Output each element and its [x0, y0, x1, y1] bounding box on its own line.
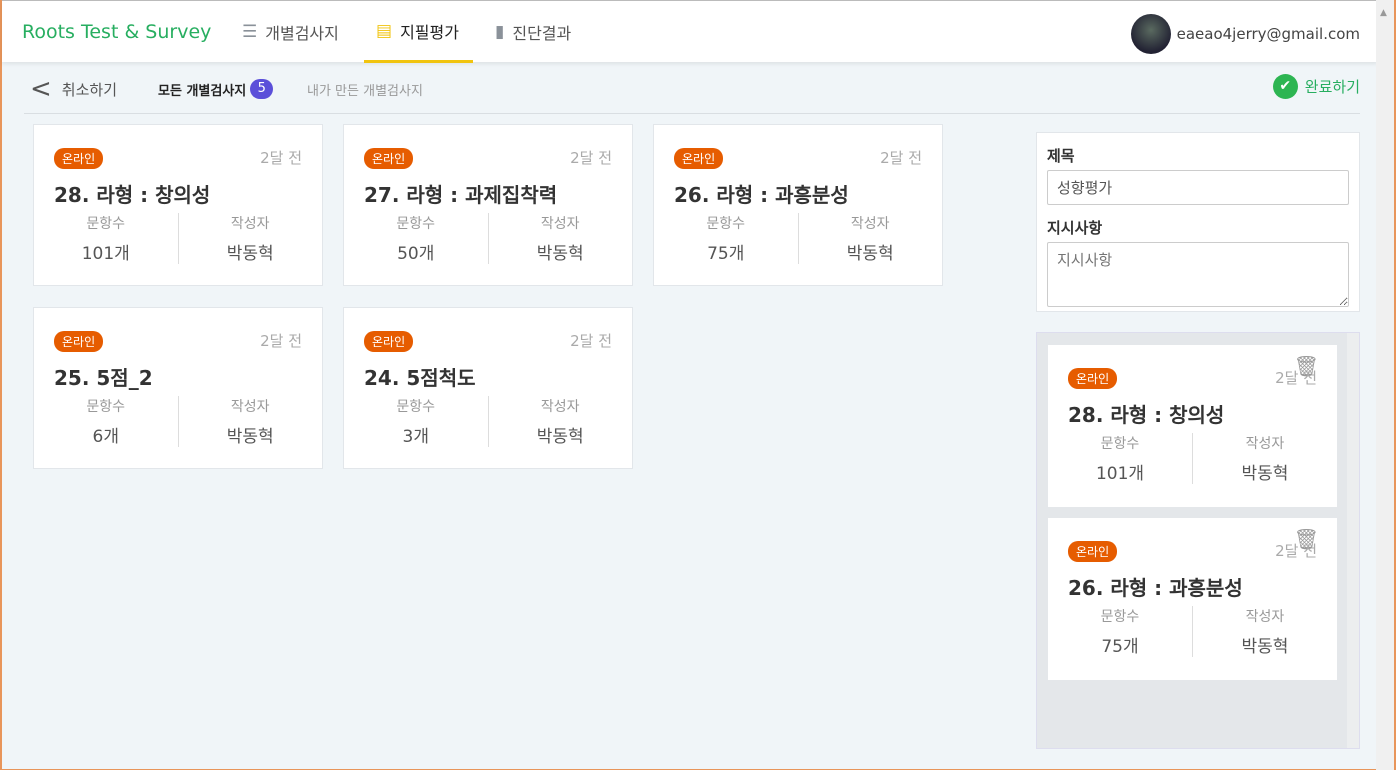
online-badge: 온라인 [364, 331, 414, 352]
divider [24, 113, 1360, 114]
time-ago: 2달 전 [260, 149, 302, 167]
time-ago: 2달 전 [1275, 369, 1317, 387]
card-title: 26. 라형 : 과흥분성 [674, 183, 849, 207]
nav-individual-tests[interactable]: ☰ 개별검사지 [230, 1, 351, 63]
bar-chart-icon: ▮ [495, 22, 505, 42]
items-label: 문항수 [86, 216, 126, 232]
items-count: 101개 [1095, 464, 1145, 484]
card-title: 25. 5점_2 [54, 366, 153, 390]
items-label: 문항수 [1100, 609, 1140, 625]
card-title: 28. 라형 : 창의성 [54, 183, 211, 207]
title-input[interactable] [1047, 170, 1349, 205]
items-label: 문항수 [706, 216, 746, 232]
author-label: 작성자 [1245, 609, 1285, 625]
online-badge: 온라인 [1068, 368, 1118, 389]
test-form: 제목 지시사항 [1036, 132, 1360, 312]
complete-label: 완료하기 [1304, 78, 1360, 96]
nav-label: 지필평가 [400, 22, 459, 42]
items-count: 50개 [397, 244, 435, 264]
online-badge: 온라인 [54, 331, 104, 352]
author-name: 박동혁 [1241, 637, 1289, 657]
cancel-label: 취소하기 [61, 80, 117, 99]
card-title: 24. 5점척도 [364, 366, 476, 390]
online-badge: 온라인 [1068, 541, 1118, 562]
selected-tests-list: 🗑 온라인 2달 전 28. 라형 : 창의성 문항수 101개 작성자 박동혁 🗑… [1036, 332, 1360, 749]
test-card[interactable]: 🗑 온라인 2달 전 28. 라형 : 창의성 문항수 101개 작성자 박동혁 [1048, 345, 1337, 507]
time-ago: 2달 전 [570, 149, 612, 167]
card-title: 27. 라형 : 과제집착력 [364, 183, 558, 207]
items-label: 문항수 [86, 399, 126, 415]
author-name: 박동혁 [1241, 464, 1289, 484]
list-icon: ☰ [242, 22, 258, 42]
online-badge: 온라인 [54, 148, 104, 169]
chevron-left-icon: < [30, 74, 52, 104]
app-header: Roots Test & Survey ☰ 개별검사지 ▤ 지필평가 ▮ 진단결과 e… [2, 0, 1378, 63]
test-card[interactable]: 🗑 온라인 2달 전 26. 라형 : 과흥분성 문항수 75개 작성자 박동혁 [1048, 518, 1337, 680]
online-badge: 온라인 [674, 148, 724, 169]
window-scrollbar[interactable]: ▲ [1376, 0, 1394, 770]
author-name: 박동혁 [536, 427, 584, 447]
test-card[interactable]: 온라인 2달 전 27. 라형 : 과제집착력 문항수 50개 작성자박동혁 [343, 124, 633, 286]
time-ago: 2달 전 [880, 149, 922, 167]
complete-button[interactable]: ✔ 완료하기 [1272, 74, 1360, 99]
author-label: 작성자 [540, 216, 580, 232]
time-ago: 2달 전 [260, 332, 302, 350]
tab-label: 모든 개별검사지 [158, 83, 247, 99]
scroll-up-icon: ▲ [1380, 8, 1387, 18]
test-card[interactable]: 온라인 2달 전 28. 라형 : 창의성 문항수 101개 작성자박동혁 [33, 124, 323, 286]
time-ago: 2달 전 [570, 332, 612, 350]
items-count: 75개 [707, 244, 745, 264]
author-name: 박동혁 [226, 427, 274, 447]
items-count: 101개 [81, 244, 130, 264]
list-scrollbar[interactable] [1347, 333, 1359, 748]
sub-toolbar: < 취소하기 모든 개별검사지 5 내가 만든 개별검사지 ✔ 완료하기 [2, 62, 1378, 114]
cancel-button[interactable]: < 취소하기 [30, 74, 117, 104]
author-label: 작성자 [850, 216, 890, 232]
items-label: 문항수 [1100, 436, 1140, 452]
author-label: 작성자 [230, 216, 270, 232]
nav-results[interactable]: ▮ 진단결과 [483, 1, 583, 63]
online-badge: 온라인 [364, 148, 414, 169]
test-card[interactable]: 온라인 2달 전 25. 5점_2 문항수 6개 작성자박동혁 [33, 307, 323, 469]
author-label: 작성자 [540, 399, 580, 415]
instructions-textarea[interactable] [1047, 242, 1349, 307]
items-count: 3개 [402, 427, 429, 447]
author-name: 박동혁 [226, 244, 274, 264]
test-card[interactable]: 온라인 2달 전 26. 라형 : 과흥분성 문항수 75개 작성자박동혁 [653, 124, 943, 286]
tab-my-tests[interactable]: 내가 만든 개별검사지 [307, 80, 423, 99]
items-count: 75개 [1101, 637, 1139, 657]
tab-all-tests[interactable]: 모든 개별검사지 5 [158, 79, 274, 99]
document-icon: ▤ [376, 20, 393, 41]
user-email: eaeao4jerry@gmail.com [1176, 25, 1360, 43]
author-label: 작성자 [230, 399, 270, 415]
user-menu[interactable]: eaeao4jerry@gmail.com [1130, 14, 1360, 54]
items-label: 문항수 [396, 399, 436, 415]
items-count: 6개 [92, 427, 119, 447]
title-label: 제목 [1047, 147, 1075, 165]
nav-label: 개별검사지 [265, 24, 339, 43]
avatar [1130, 14, 1171, 54]
logo[interactable]: Roots Test & Survey [22, 21, 211, 43]
nav-paper-test[interactable]: ▤ 지필평가 [364, 1, 473, 63]
card-title: 28. 라형 : 창의성 [1068, 403, 1225, 427]
check-circle-icon: ✔ [1272, 74, 1298, 99]
author-name: 박동혁 [846, 244, 894, 264]
author-name: 박동혁 [536, 244, 584, 264]
nav-label: 진단결과 [512, 24, 572, 43]
count-badge: 5 [250, 79, 274, 99]
items-label: 문항수 [396, 216, 436, 232]
time-ago: 2달 전 [1275, 542, 1317, 560]
card-title: 26. 라형 : 과흥분성 [1068, 576, 1243, 600]
instructions-label: 지시사항 [1047, 219, 1103, 237]
author-label: 작성자 [1245, 436, 1285, 452]
test-card[interactable]: 온라인 2달 전 24. 5점척도 문항수 3개 작성자박동혁 [343, 307, 633, 469]
